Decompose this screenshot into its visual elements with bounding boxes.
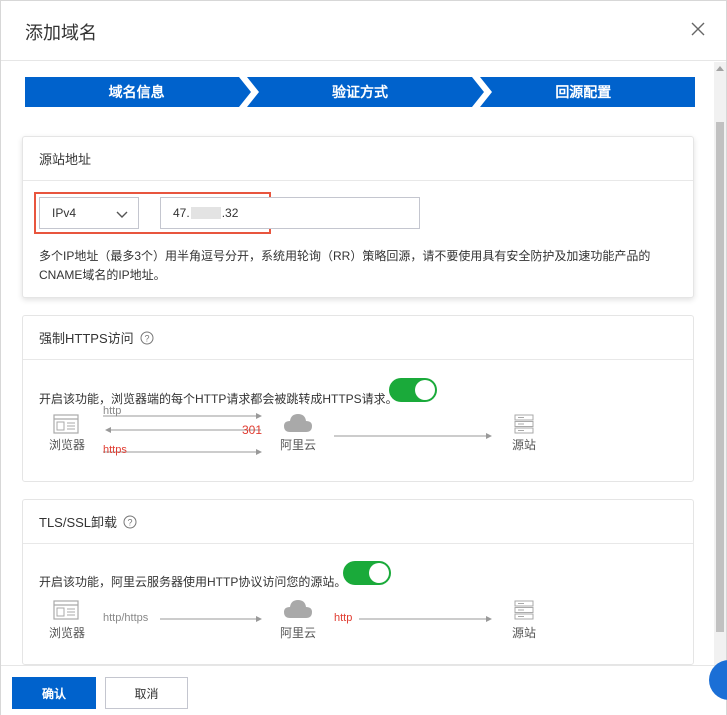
tls-diagram: http/https http 浏览器 阿里云 源站 <box>23 598 695 665</box>
scroll-up-icon[interactable] <box>716 66 724 71</box>
step-label: 域名信息 <box>108 84 165 100</box>
toggle-knob <box>369 563 389 583</box>
scroll-thumb[interactable] <box>716 122 724 632</box>
ip-type-value: IPv4 <box>52 206 77 220</box>
https-toggle[interactable] <box>389 378 437 402</box>
cloud-icon <box>284 414 312 432</box>
origin-hint: 多个IP地址（最多3个）用半角逗号分开，系统用轮询（RR）策略回源，请不要使用具… <box>39 247 679 285</box>
help-icon[interactable]: ? <box>123 515 137 529</box>
confirm-button[interactable]: 确认 <box>12 677 96 709</box>
browser-label: 浏览器 <box>49 626 86 640</box>
step-separator-icon <box>239 77 259 107</box>
redirect-label: 301 <box>242 423 263 437</box>
https-diagram-graphic <box>53 413 534 455</box>
server-icon <box>514 600 534 620</box>
origin-label: 源站 <box>512 438 537 452</box>
origin-label: 源站 <box>512 626 537 640</box>
ip-prefix: 47. <box>173 206 190 220</box>
tls-description: 开启该功能，阿里云服务器使用HTTP协议访问您的源站。 <box>39 575 347 589</box>
browser-icon <box>53 600 79 620</box>
origin-card-title: 源站地址 <box>23 137 693 181</box>
vertical-scrollbar[interactable] <box>714 62 726 665</box>
step-separator-icon <box>472 77 492 107</box>
force-https-card: 强制HTTPS访问 ? 开启该功能，浏览器端的每个HTTP请求都会被跳转成HTT… <box>22 315 694 482</box>
dialog-title: 添加域名 <box>25 23 97 43</box>
hint-line: CNAME域名的IP地址。 <box>39 268 166 282</box>
help-icon[interactable]: ? <box>140 331 154 345</box>
tls-card-title: TLS/SSL卸载 <box>39 515 118 530</box>
step-origin-config: 回源配置 <box>471 77 695 107</box>
add-domain-dialog: 添加域名 域名信息 验证方式 回源配置 源站地址 IPv4 47. .32 多个… <box>0 0 727 715</box>
origin-proto-label: http <box>334 612 353 624</box>
tls-card-header: TLS/SSL卸载 ? <box>23 500 693 544</box>
step-indicator: 域名信息 验证方式 回源配置 <box>25 77 695 107</box>
ip-type-select[interactable]: IPv4 <box>39 197 139 229</box>
https-description: 开启该功能，浏览器端的每个HTTP请求都会被跳转成HTTPS请求。 <box>39 392 398 406</box>
server-icon <box>514 414 534 434</box>
browser-label: 浏览器 <box>49 438 86 452</box>
svg-text:?: ? <box>144 333 149 343</box>
dialog-header: 添加域名 <box>1 1 726 61</box>
chevron-down-icon <box>116 211 128 218</box>
ip-suffix: .32 <box>221 206 239 220</box>
tls-toggle[interactable] <box>343 561 391 585</box>
toggle-knob <box>415 380 435 400</box>
http-label: http <box>103 405 122 417</box>
https-diagram: http 301 https 浏览器 阿里云 源站 <box>23 405 695 478</box>
origin-address-card: 源站地址 IPv4 47. .32 多个IP地址（最多3个）用半角逗号分开，系统… <box>22 136 694 298</box>
dialog-footer: 确认 取消 <box>1 665 726 715</box>
origin-ip-input[interactable]: 47. .32 <box>160 197 420 229</box>
cdn-label: 阿里云 <box>280 438 317 452</box>
ip-redaction <box>190 207 221 219</box>
dialog-body: 域名信息 验证方式 回源配置 源站地址 IPv4 47. .32 多个IP地址（… <box>1 62 726 665</box>
client-proto-label: http/https <box>103 612 149 624</box>
hint-line: 多个IP地址（最多3个）用半角逗号分开，系统用轮询（RR）策略回源，请不要使用具… <box>39 249 651 263</box>
https-card-title: 强制HTTPS访问 <box>39 331 134 346</box>
close-icon[interactable] <box>688 19 708 39</box>
step-verification: 验证方式 <box>248 77 472 107</box>
step-label: 回源配置 <box>555 84 612 100</box>
tls-diagram-graphic <box>53 600 534 622</box>
https-card-header: 强制HTTPS访问 ? <box>23 316 693 360</box>
tls-ssl-card: TLS/SSL卸载 ? 开启该功能，阿里云服务器使用HTTP协议访问您的源站。 <box>22 499 694 665</box>
cancel-button[interactable]: 取消 <box>105 677 188 709</box>
cloud-icon <box>284 600 312 618</box>
step-domain-info: 域名信息 <box>25 77 249 107</box>
https-label: https <box>103 444 127 456</box>
svg-text:?: ? <box>128 517 133 527</box>
cdn-label: 阿里云 <box>280 626 317 640</box>
browser-icon <box>53 414 79 434</box>
step-label: 验证方式 <box>331 84 388 100</box>
